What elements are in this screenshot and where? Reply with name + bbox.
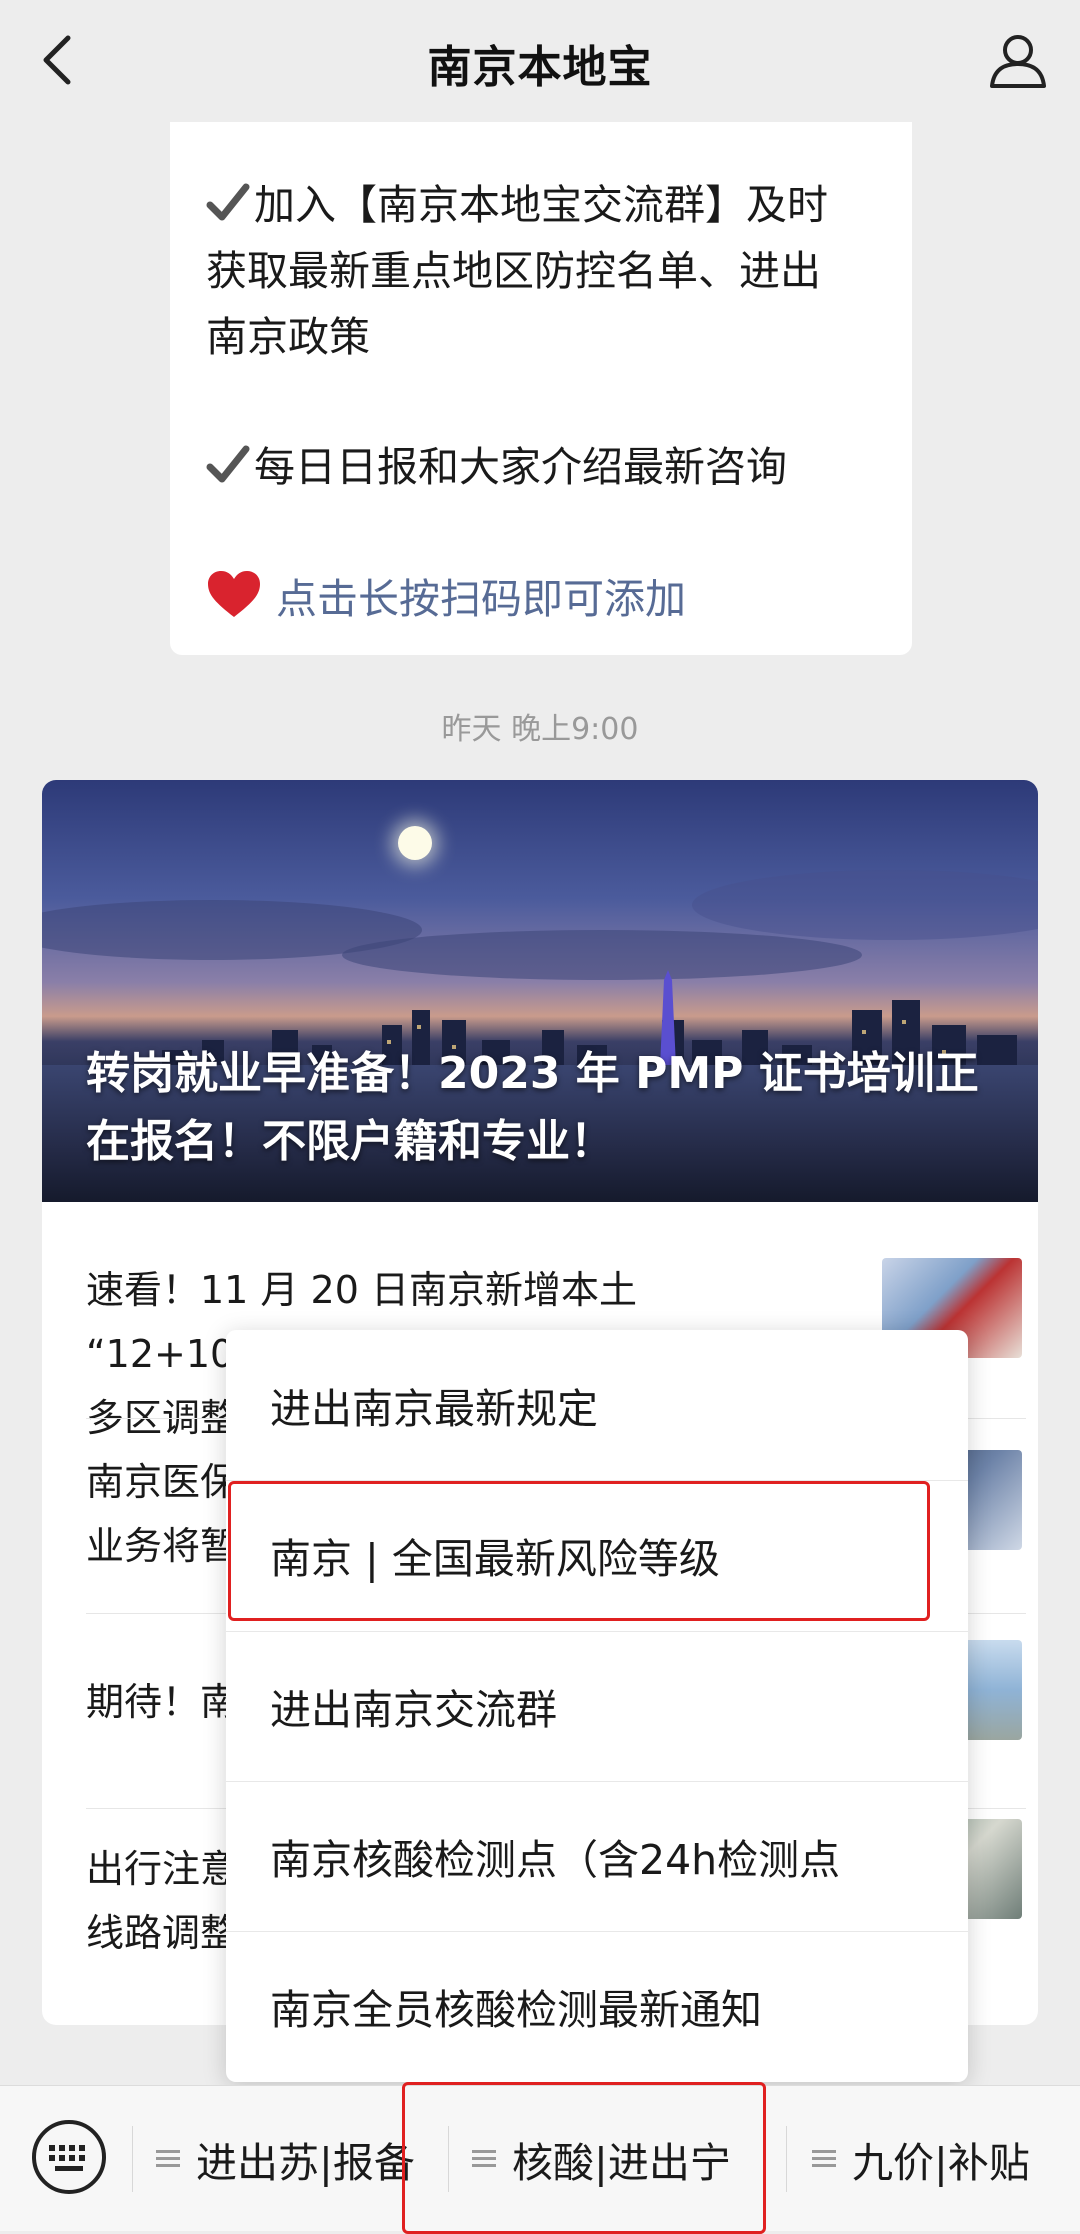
message-bubble: 加入【南京本地宝交流群】及时 获取最新重点地区防控名单、进出 南京政策 每日日报… <box>170 122 912 655</box>
menu-tab[interactable]: 进出苏|报备 <box>156 2086 415 2231</box>
page-title: 南京本地宝 <box>427 41 653 93</box>
divider <box>786 2126 787 2192</box>
keyboard-icon[interactable] <box>30 2118 108 2196</box>
add-group-link[interactable]: 点击长按扫码即可添加 <box>206 566 896 632</box>
menu-tab-label: 九价|补贴 <box>852 2138 1030 2187</box>
message-line: 获取最新重点地区防控名单、进出 <box>206 247 821 295</box>
message-line: 南京政策 <box>206 313 370 361</box>
cover-title[interactable]: 转岗就业早准备！2023 年 PMP 证书培训正在报名！不限户籍和专业！ <box>86 1040 1006 1176</box>
menu-tab-label: 进出苏|报备 <box>196 2138 415 2187</box>
message-line: 加入【南京本地宝交流群】及时 <box>254 181 828 229</box>
message-timestamp: 昨天 晚上9:00 <box>441 712 639 747</box>
message-line: 每日日报和大家介绍最新咨询 <box>254 443 787 491</box>
menu-tab[interactable]: 九价|补贴 <box>812 2086 1030 2231</box>
profile-icon[interactable] <box>986 28 1050 92</box>
divider <box>132 2126 133 2192</box>
highlight-box <box>402 2082 766 2234</box>
check-mark-icon <box>206 183 250 221</box>
check-mark-icon <box>206 445 250 483</box>
popup-menu-item[interactable]: 进出南京交流群 <box>226 1631 968 1781</box>
back-arrow-icon[interactable] <box>30 30 90 90</box>
cover-image[interactable]: 转岗就业早准备！2023 年 PMP 证书培训正在报名！不限户籍和专业！ <box>42 780 1038 1202</box>
popup-menu: 进出南京最新规定 南京 | 全国最新风险等级 进出南京交流群 南京核酸检测点（含… <box>226 1330 968 2082</box>
popup-menu-item[interactable]: 南京核酸检测点（含24h检测点 <box>226 1781 968 1931</box>
heart-icon <box>208 571 260 617</box>
menu-lines-icon <box>156 2149 180 2167</box>
highlight-box <box>228 1481 930 1621</box>
popup-menu-item[interactable]: 南京全员核酸检测最新通知 <box>226 1931 968 2081</box>
link-text[interactable]: 点击长按扫码即可添加 <box>276 575 686 623</box>
header-bar: 南京本地宝 <box>0 0 1080 125</box>
popup-menu-item[interactable]: 进出南京最新规定 <box>226 1330 968 1480</box>
menu-lines-icon <box>812 2149 836 2167</box>
moon <box>398 826 432 860</box>
